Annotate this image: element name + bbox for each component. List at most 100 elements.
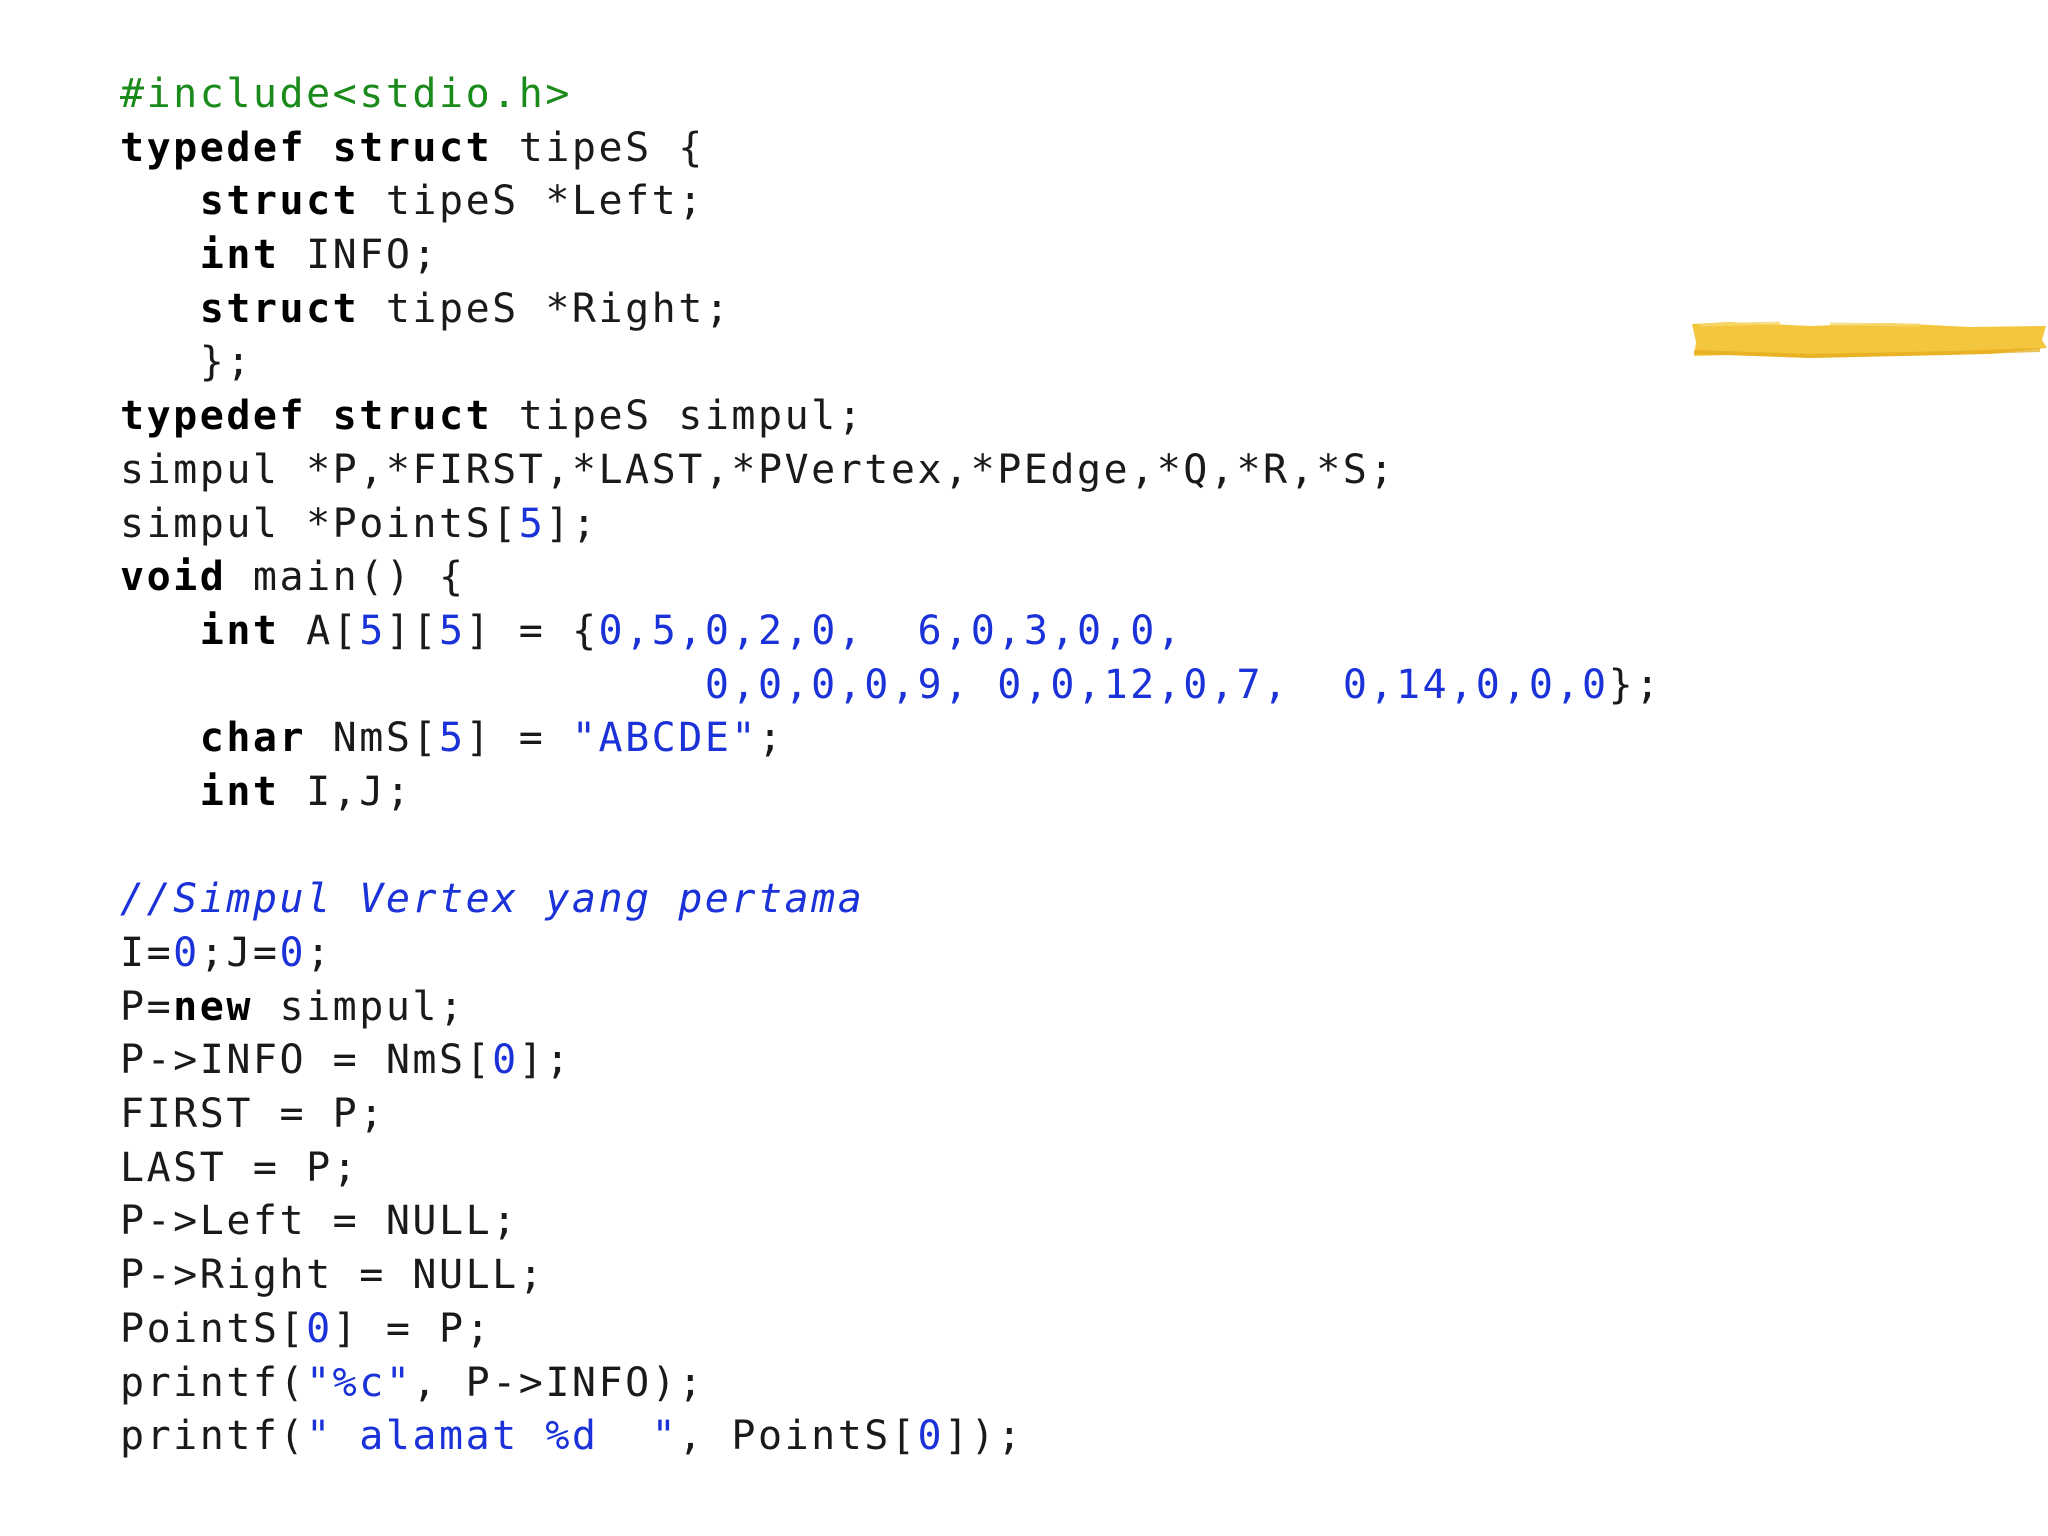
code-token: simpul *P,*FIRST,*LAST,*PVertex,*PEdge,*… (120, 446, 1396, 493)
code-token: }; (1608, 661, 1662, 708)
code-listing: #include<stdio.h> typedef struct tipeS { … (120, 68, 1662, 1464)
code-line: struct tipeS *Right; (120, 283, 1662, 337)
comment-token: //Simpul Vertex yang pertama (120, 876, 865, 923)
code-token: INFO; (279, 232, 439, 279)
number-token: 5 (518, 500, 546, 547)
keyword-token: typedef (120, 393, 307, 440)
keyword-token: int (199, 768, 280, 815)
keyword-token: typedef (120, 124, 307, 171)
code-token: NmS[ (306, 715, 439, 762)
code-token: printf( (120, 1359, 307, 1406)
number-token: 0,5,0,2,0, (598, 607, 865, 654)
code-line: FIRST = P; (120, 1088, 1662, 1142)
code-token: P= (120, 983, 174, 1030)
code-token: LAST = P; (120, 1144, 360, 1191)
code-line: typedef struct tipeS { (120, 122, 1662, 176)
keyword-token: char (199, 715, 307, 762)
code-token: ]; (518, 1037, 572, 1084)
highlighter-stroke-decoration (1692, 321, 2047, 359)
code-token: ; (306, 930, 333, 976)
code-token: }; (120, 339, 253, 386)
number-token: 0,14,0,0,0 (1342, 661, 1609, 708)
code-line: I=0;J=0; (120, 927, 1662, 981)
code-line: 0,0,0,0,9, 0,0,12,0,7, 0,14,0,0,0}; (120, 659, 1662, 713)
keyword-token: struct (332, 124, 493, 171)
code-token: P->INFO = NmS[ (120, 1037, 493, 1084)
code-line: //Simpul Vertex yang pertama (120, 873, 1662, 927)
code-token: tipeS *Left; (359, 178, 705, 225)
code-line: #include<stdio.h> (120, 68, 1662, 122)
number-token: 5 (439, 715, 466, 762)
code-token: P->Left = NULL; (120, 1198, 519, 1245)
code-token: , PointS[ (678, 1413, 918, 1460)
code-token: tipeS simpul; (492, 393, 865, 440)
string-token: " alamat %d " (306, 1413, 679, 1460)
string-token: "ABCDE" (571, 715, 758, 762)
code-token: ;J= (199, 930, 280, 976)
code-line: }; (120, 336, 1662, 390)
number-token: 6,0,3,0,0, (917, 607, 1184, 654)
keyword-token: struct (332, 393, 493, 440)
code-token: simpul *PointS[ (120, 500, 519, 547)
code-line: int INFO; (120, 229, 1662, 283)
code-token: ] = (465, 715, 572, 762)
code-line: P=new simpul; (120, 981, 1662, 1035)
code-line: simpul *P,*FIRST,*LAST,*PVertex,*PEdge,*… (120, 444, 1662, 498)
code-token: ][ (385, 607, 440, 654)
code-token: FIRST = P; (120, 1091, 386, 1138)
code-line: P->INFO = NmS[0]; (120, 1034, 1662, 1088)
code-token: I,J; (279, 768, 413, 815)
preprocessor-token: #include<stdio.h> (120, 71, 572, 117)
highlighter-stroke-top (1699, 321, 1921, 327)
code-line: printf("%c", P->INFO); (120, 1357, 1662, 1411)
code-line: printf(" alamat %d ", PointS[0]); (120, 1410, 1662, 1464)
string-token: "%c" (306, 1359, 413, 1406)
code-token: simpul; (252, 983, 466, 1030)
code-line: LAST = P; (120, 1142, 1662, 1196)
number-token: 5 (359, 607, 386, 654)
number-token: 0,0,12,0,7, (997, 661, 1290, 708)
code-token: P->Right = NULL; (120, 1252, 546, 1299)
code-token: tipeS { (492, 124, 705, 171)
number-token: 0 (306, 1305, 333, 1352)
code-line: struct tipeS *Left; (120, 175, 1662, 229)
code-token: ]; (545, 500, 599, 547)
code-line: typedef struct tipeS simpul; (120, 390, 1662, 444)
keyword-token: int (199, 607, 280, 654)
code-token: ; (758, 715, 785, 762)
code-token: I= (120, 930, 174, 976)
number-token: 0 (173, 930, 200, 976)
code-token: ]); (944, 1413, 1024, 1460)
code-token: , P->INFO); (412, 1359, 705, 1406)
code-line: simpul *PointS[5]; (120, 498, 1662, 552)
code-token: PointS[ (120, 1305, 307, 1352)
code-token: ] = { (465, 607, 599, 654)
code-line: int A[5][5] = {0,5,0,2,0, 6,0,3,0,0, (120, 605, 1662, 659)
code-line: P->Left = NULL; (120, 1195, 1662, 1249)
number-token: 0 (279, 930, 307, 976)
keyword-token: struct (199, 285, 360, 332)
code-line: void main() { (120, 551, 1662, 605)
keyword-token: int (199, 232, 280, 279)
number-token: 5 (439, 607, 466, 654)
number-token: 0,0,0,0,9, (704, 661, 971, 708)
keyword-token: void (120, 554, 227, 601)
number-token: 0 (492, 1037, 519, 1084)
code-line: int I,J; (120, 766, 1662, 820)
code-line: P->Right = NULL; (120, 1249, 1662, 1303)
code-line: char NmS[5] = "ABCDE"; (120, 712, 1662, 766)
keyword-token: new (173, 983, 253, 1030)
